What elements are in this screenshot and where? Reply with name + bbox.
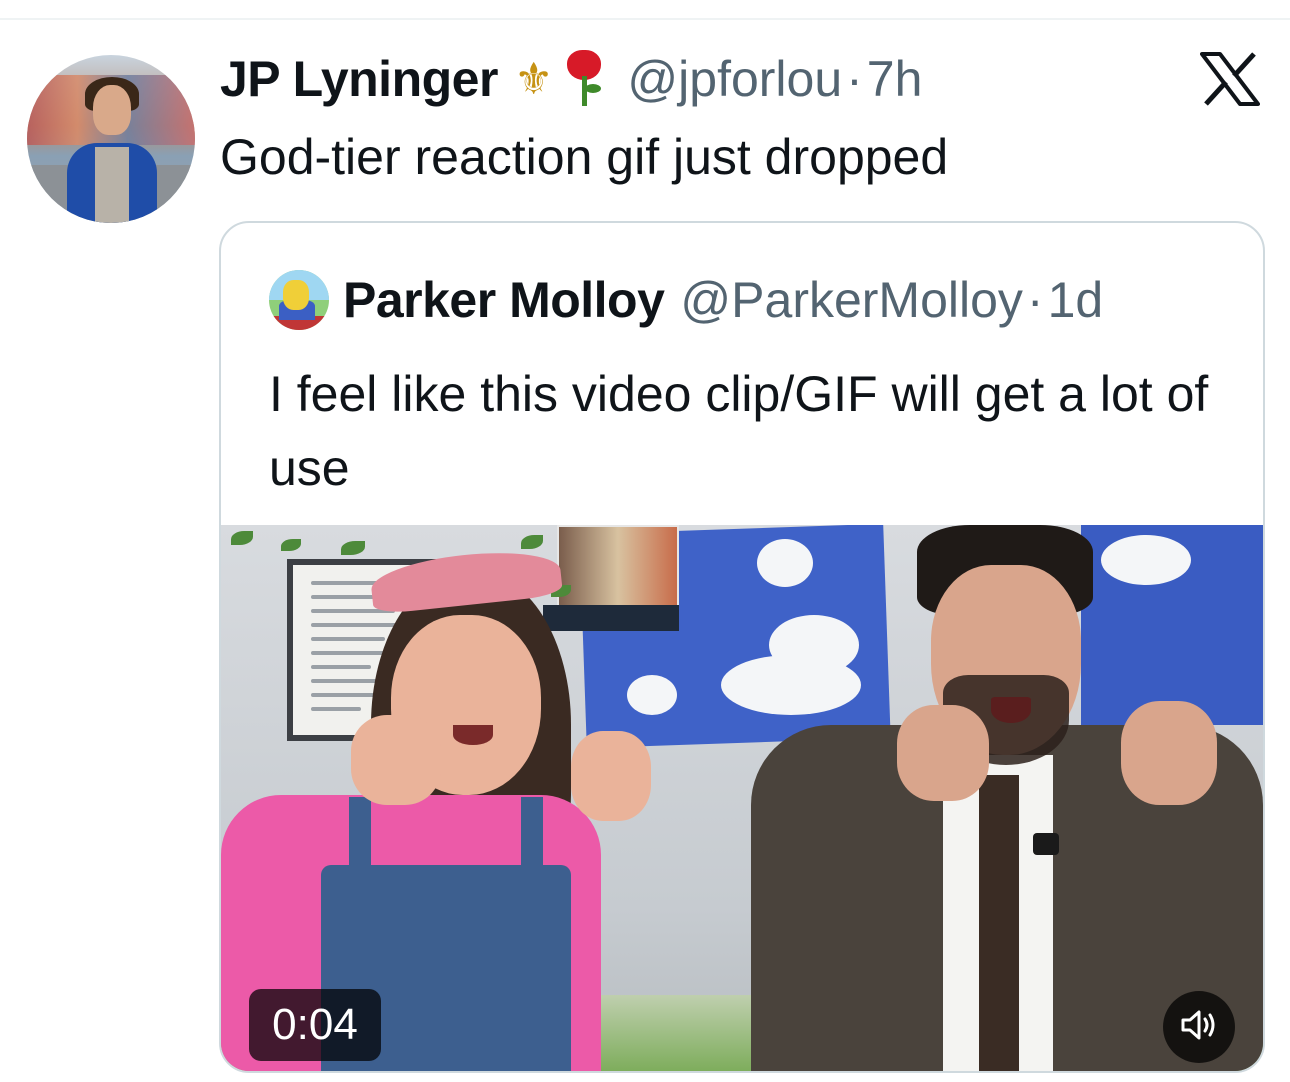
video-frame-tie	[979, 775, 1019, 1071]
tweet-header: JP Lyninger ⚜ @jpforlou · 7h	[220, 46, 922, 112]
author-avatar[interactable]	[27, 55, 195, 223]
author-name[interactable]: JP Lyninger	[220, 50, 498, 108]
quoted-author-name[interactable]: Parker Molloy	[343, 271, 665, 329]
quoted-tweet-text: I feel like this video clip/GIF will get…	[269, 366, 1209, 496]
quoted-tweet-header: Parker Molloy @ParkerMolloy · 1d	[269, 263, 1103, 337]
speaker-icon	[1180, 1008, 1218, 1047]
mute-button[interactable]	[1163, 991, 1235, 1063]
quoted-tweet-card[interactable]: Parker Molloy @ParkerMolloy · 1d I feel …	[219, 221, 1265, 1073]
video-frame-caption-strip	[543, 605, 679, 631]
avatar-shirt	[95, 147, 129, 223]
x-logo-icon[interactable]	[1200, 52, 1260, 106]
separator-dot: ·	[846, 51, 863, 107]
quoted-author-avatar[interactable]	[269, 270, 329, 330]
fleur-de-lis-icon: ⚜	[513, 53, 554, 105]
video-frame-lavalier-mic	[1033, 833, 1059, 855]
author-handle[interactable]: @jpforlou	[627, 50, 842, 108]
avatar-head	[93, 85, 131, 135]
rose-icon	[561, 50, 607, 108]
quoted-author-handle[interactable]: @ParkerMolloy	[680, 271, 1023, 329]
tweet-timestamp[interactable]: 7h	[867, 50, 923, 108]
video-player[interactable]: 0:04	[221, 525, 1263, 1071]
top-divider	[0, 18, 1290, 20]
quoted-tweet-timestamp[interactable]: 1d	[1048, 271, 1104, 329]
separator-dot: ·	[1026, 272, 1044, 328]
video-frame-photo	[557, 525, 679, 609]
tweet-text: God-tier reaction gif just dropped	[220, 129, 949, 185]
video-duration-badge: 0:04	[249, 989, 381, 1061]
